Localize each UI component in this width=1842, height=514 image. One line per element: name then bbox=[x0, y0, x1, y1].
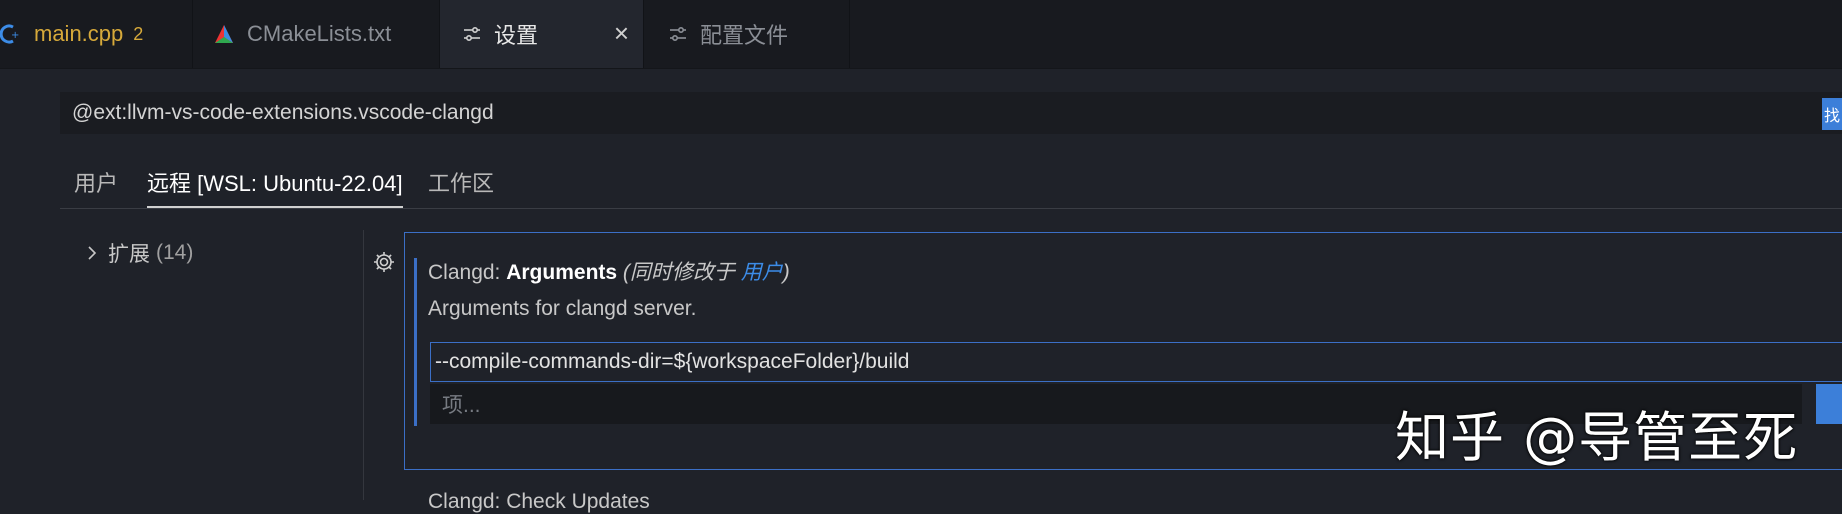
tab-workspace[interactable]: 工作区 bbox=[428, 166, 494, 206]
list-item-value: --compile-commands-dir=${workspaceFolder… bbox=[435, 350, 910, 373]
modified-note-close: ) bbox=[782, 261, 790, 284]
tab-cmakelists[interactable]: CMakeLists.txt bbox=[193, 0, 440, 68]
close-icon[interactable]: × bbox=[614, 20, 629, 46]
tab-label: 配置文件 bbox=[700, 23, 789, 48]
editor-tab-bar: + main.cpp 2 CMakeLists.txt 设置 × 配置文件 bbox=[0, 0, 1842, 69]
tab-label: main.cpp bbox=[34, 21, 124, 46]
tab-config-file[interactable]: 配置文件 bbox=[644, 0, 850, 68]
search-action-button[interactable]: 找 bbox=[1822, 98, 1842, 130]
next-setting-title: Clangd: Check Updates bbox=[428, 490, 650, 513]
list-item[interactable]: --compile-commands-dir=${workspaceFolder… bbox=[430, 342, 1842, 382]
tree-item-count: (14) bbox=[156, 241, 194, 264]
tab-remote-wsl[interactable]: 远程 [WSL: Ubuntu-22.04] bbox=[147, 166, 403, 208]
settings-sliders-icon bbox=[462, 24, 482, 44]
settings-sliders-icon bbox=[668, 24, 688, 44]
tree-item-extensions[interactable]: 扩展 (14) bbox=[86, 238, 193, 268]
tab-label: 设置 bbox=[494, 23, 539, 48]
tree-item-label: 扩展 bbox=[108, 243, 150, 266]
svg-text:+: + bbox=[11, 30, 19, 41]
watermark: 知乎 @导管至死 bbox=[1395, 406, 1799, 469]
tab-label: CMakeLists.txt bbox=[247, 21, 392, 46]
chevron-right-icon bbox=[86, 244, 98, 262]
cpp-icon: + bbox=[0, 23, 22, 45]
cmake-icon bbox=[213, 23, 235, 45]
modified-in-user-link[interactable]: 用户 bbox=[741, 261, 783, 284]
settings-scope-tabs: 用户 远程 [WSL: Ubuntu-22.04] 工作区 bbox=[60, 160, 1842, 209]
tab-settings[interactable]: 设置 × bbox=[440, 0, 644, 68]
setting-prefix: Clangd: bbox=[428, 261, 507, 284]
settings-search-input[interactable]: @ext:llvm-vs-code-extensions.vscode-clan… bbox=[60, 92, 1842, 134]
tab-main-cpp[interactable]: + main.cpp 2 bbox=[0, 0, 193, 68]
search-value: @ext:llvm-vs-code-extensions.vscode-clan… bbox=[72, 101, 494, 124]
add-item-button[interactable] bbox=[1816, 384, 1842, 424]
modified-indicator bbox=[414, 258, 417, 426]
tab-user[interactable]: 用户 bbox=[74, 166, 118, 206]
setting-name: Arguments bbox=[506, 261, 618, 284]
problem-count-badge: 2 bbox=[133, 23, 144, 44]
gear-icon[interactable] bbox=[372, 250, 396, 279]
pane-divider bbox=[363, 230, 364, 500]
add-item-placeholder: 项... bbox=[442, 394, 481, 417]
setting-description: Arguments for clangd server. bbox=[428, 297, 697, 320]
modified-note-open: (同时修改于 bbox=[622, 261, 741, 284]
setting-title: Clangd: Arguments (同时修改于 用户) bbox=[428, 256, 790, 286]
